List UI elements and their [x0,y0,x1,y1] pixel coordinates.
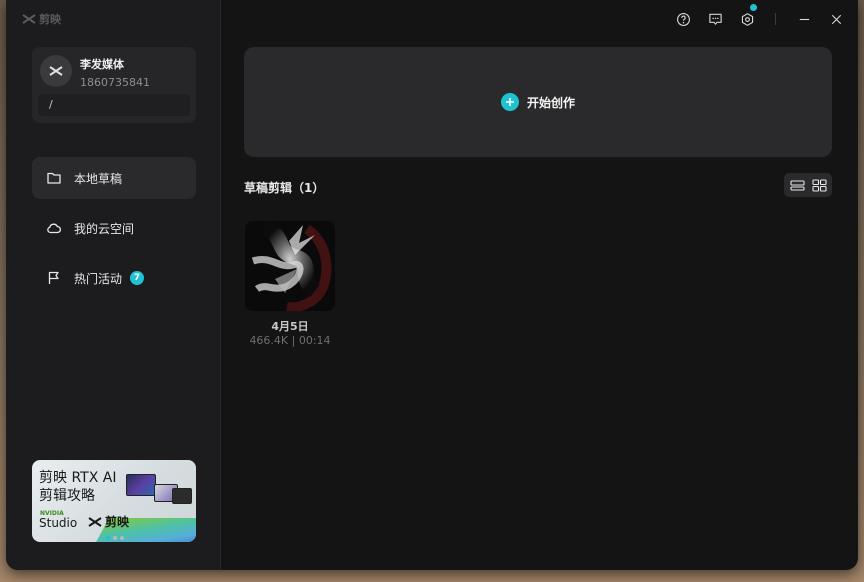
draft-thumbnail-image [245,221,335,311]
nav-hot-events-label: 热门活动 [74,271,123,286]
promo-banner[interactable]: 剪映 RTX AI 剪辑攻略 NVIDIA Studio 剪映 [32,460,196,542]
start-creating-label: 开始创作 [526,95,575,110]
list-view-icon [789,179,805,191]
nav-cloud-space[interactable]: 我的云空间 [32,207,196,249]
avatar[interactable] [40,55,72,87]
nav-local-drafts-label: 本地草稿 [74,171,123,186]
plus-icon [500,93,519,111]
nav-cloud-space-label: 我的云空间 [74,221,135,236]
profile-path[interactable]: / [38,94,190,116]
draft-name: 4月5日 [271,320,309,333]
feedback-button[interactable] [705,10,725,28]
close-icon [831,14,841,24]
promo-studio: Studio [39,516,78,530]
help-button[interactable] [673,10,693,28]
nav-hot-events[interactable]: 热门活动 7 [32,257,196,299]
flag-icon [48,271,59,284]
start-creating-button[interactable]: 开始创作 [244,47,832,157]
promo-monitor-image [126,474,156,496]
promo-brand-text: 剪映 [105,515,130,529]
promo-dot[interactable] [106,536,110,540]
minimize-icon [799,18,809,20]
titlebar-controls [673,4,846,28]
brand-logo: 剪映 [22,11,61,27]
brand-text: 剪映 [39,13,61,26]
profile-card[interactable]: 李发媒体 1860735841 / [32,47,196,123]
close-button[interactable] [826,10,846,28]
cloud-icon [47,223,61,234]
capcut-avatar-icon [49,66,63,76]
capcut-logo-icon [22,14,36,24]
grid-view-button[interactable] [809,176,829,194]
sidebar: 剪映 李发媒体 1860735841 / 本地草稿 我的云空间 热门活动 7 剪… [6,0,221,570]
nav-local-drafts[interactable]: 本地草稿 [32,157,196,199]
app-window: 剪映 李发媒体 1860735841 / 本地草稿 我的云空间 热门活动 7 剪… [6,0,858,570]
feedback-icon [708,13,722,25]
promo-gpu-image [172,488,192,504]
grid-view-icon [811,178,827,192]
events-count-badge: 7 [130,271,145,285]
settings-icon [741,12,753,26]
promo-line1: 剪映 RTX AI [39,470,117,486]
promo-dot[interactable] [113,536,117,540]
titlebar-divider [775,13,776,25]
drafts-section-title: 草稿剪辑（1） [244,181,325,195]
settings-notification-dot [750,4,757,11]
promo-dot[interactable] [120,536,124,540]
help-icon [676,12,690,26]
view-mode-toggle [784,173,832,197]
profile-id: 1860735841 [80,76,150,89]
promo-brand: 剪映 [88,513,129,530]
draft-thumbnail[interactable] [245,221,335,311]
settings-button[interactable] [737,4,757,28]
folder-icon [47,172,61,184]
draft-meta: 466.4K | 00:14 [249,334,331,347]
promo-line2: 剪辑攻略 [39,488,95,504]
minimize-button[interactable] [794,10,814,28]
list-view-button[interactable] [787,176,807,194]
promo-pagination[interactable] [106,536,124,540]
profile-name: 李发媒体 [80,58,124,71]
capcut-logo-icon [88,516,102,527]
